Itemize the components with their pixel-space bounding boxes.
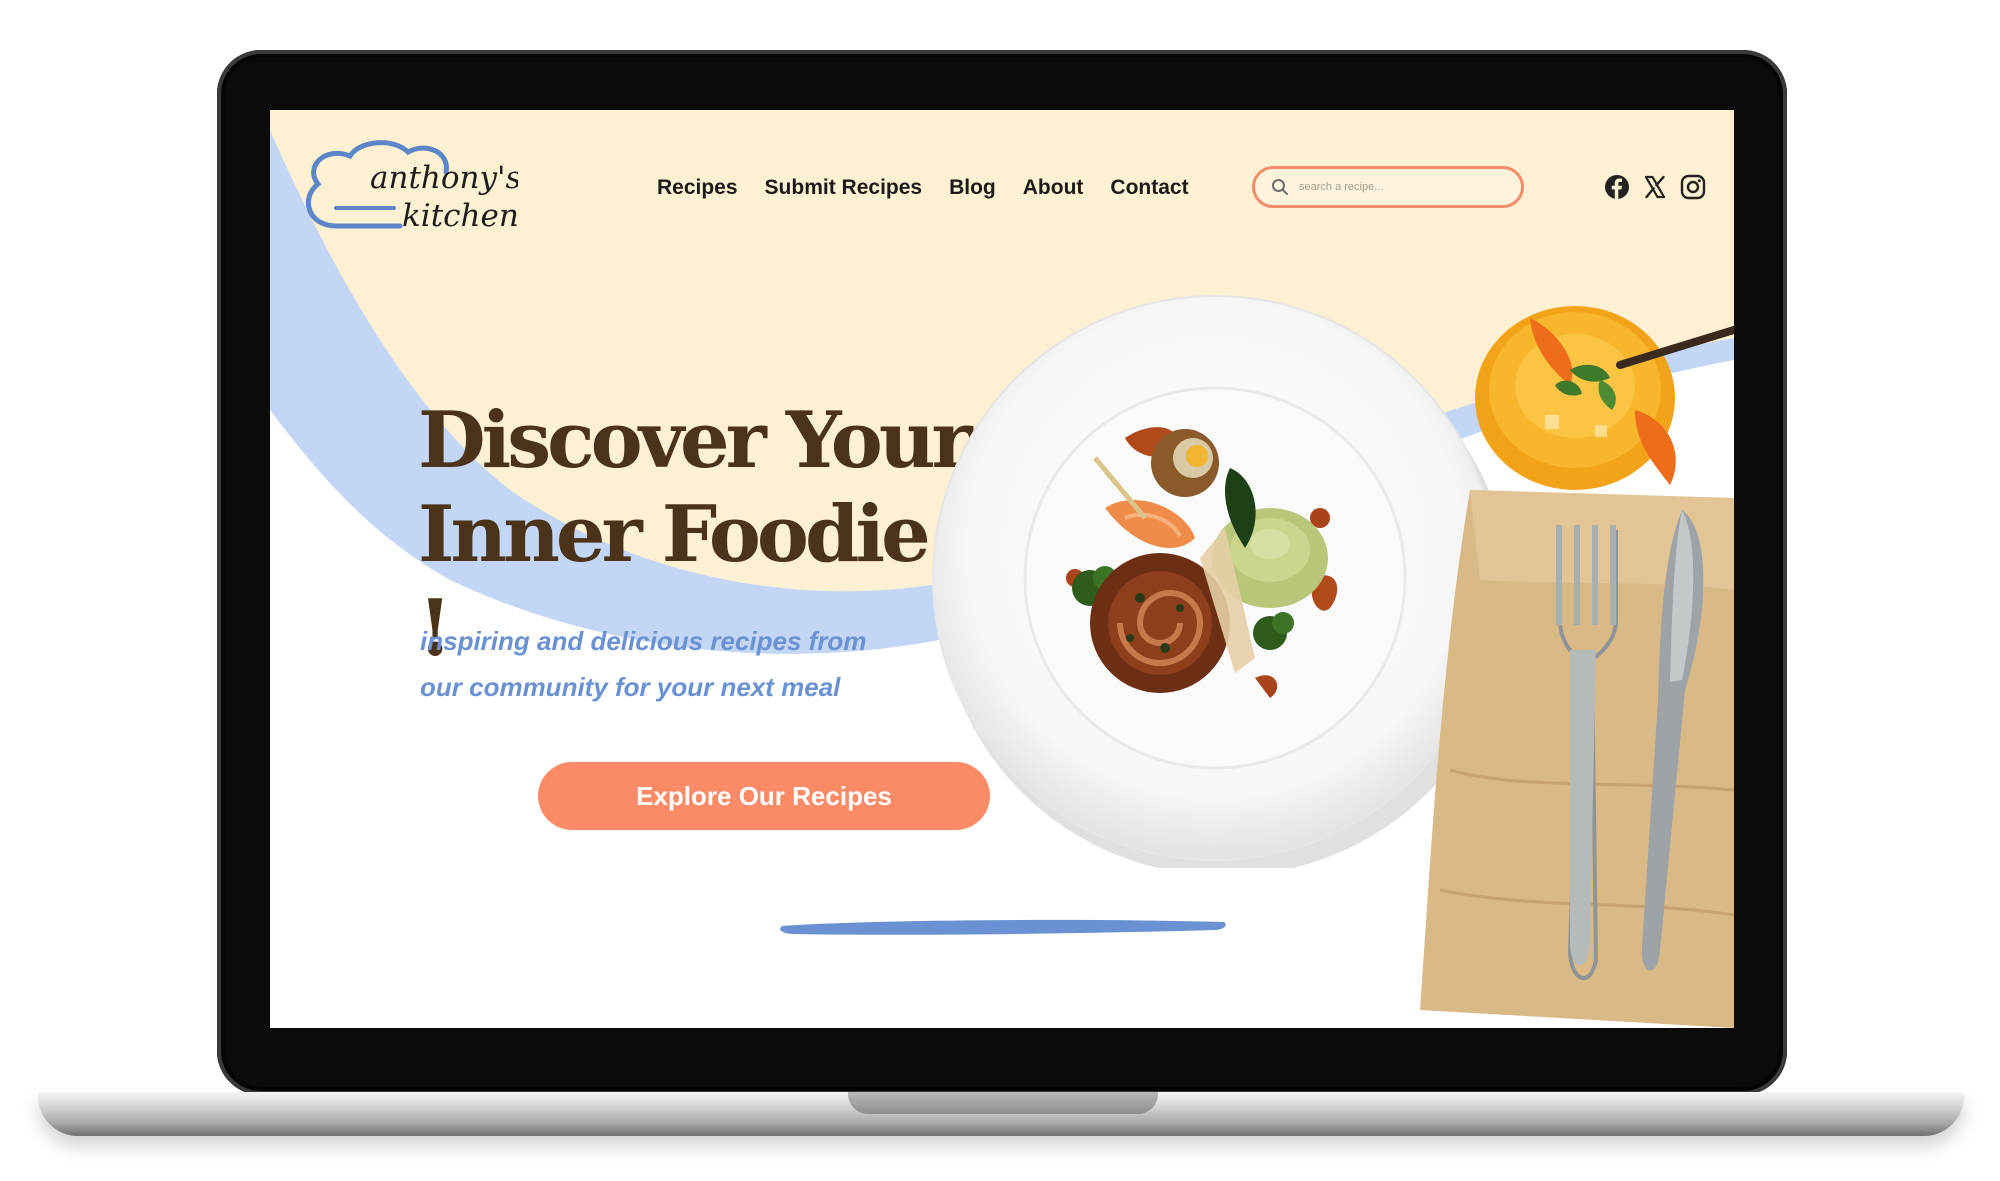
- instagram-icon[interactable]: [1680, 174, 1706, 200]
- hero-subtitle-line1: inspiring and delicious recipes from: [420, 626, 867, 656]
- logo-line1: anthony's: [370, 160, 518, 196]
- plated-dish-image: [932, 295, 1505, 868]
- nav-submit-recipes[interactable]: Submit Recipes: [765, 176, 923, 200]
- main-nav: Recipes Submit Recipes Blog About Contac…: [657, 176, 1189, 200]
- nav-blog[interactable]: Blog: [949, 176, 996, 200]
- x-icon[interactable]: [1642, 174, 1668, 200]
- explore-recipes-button[interactable]: Explore Our Recipes: [538, 762, 990, 830]
- orange-drink-image: [1475, 306, 1734, 490]
- nav-contact[interactable]: Contact: [1110, 176, 1188, 200]
- brush-stroke-divider: [780, 919, 1226, 935]
- hero-subtitle: inspiring and delicious recipes from our…: [420, 618, 940, 710]
- search-input[interactable]: [1297, 180, 1501, 194]
- hero-title-line1: Discover Your: [418, 395, 973, 486]
- facebook-icon[interactable]: [1604, 174, 1630, 200]
- site-logo[interactable]: anthony's kitchen: [298, 138, 518, 248]
- nav-about[interactable]: About: [1023, 176, 1084, 200]
- hero-subtitle-line2: our community for your next meal: [420, 672, 841, 702]
- laptop-notch: [848, 1092, 1158, 1114]
- logo-line2: kitchen: [402, 198, 518, 234]
- nav-recipes[interactable]: Recipes: [657, 176, 738, 200]
- website-screen: anthony's kitchen Recipes Submit Recipes…: [270, 110, 1734, 1028]
- social-links: [1604, 174, 1706, 200]
- search-box[interactable]: [1252, 166, 1524, 208]
- napkin-cutlery-image: [1420, 490, 1734, 1028]
- search-icon: [1272, 179, 1288, 195]
